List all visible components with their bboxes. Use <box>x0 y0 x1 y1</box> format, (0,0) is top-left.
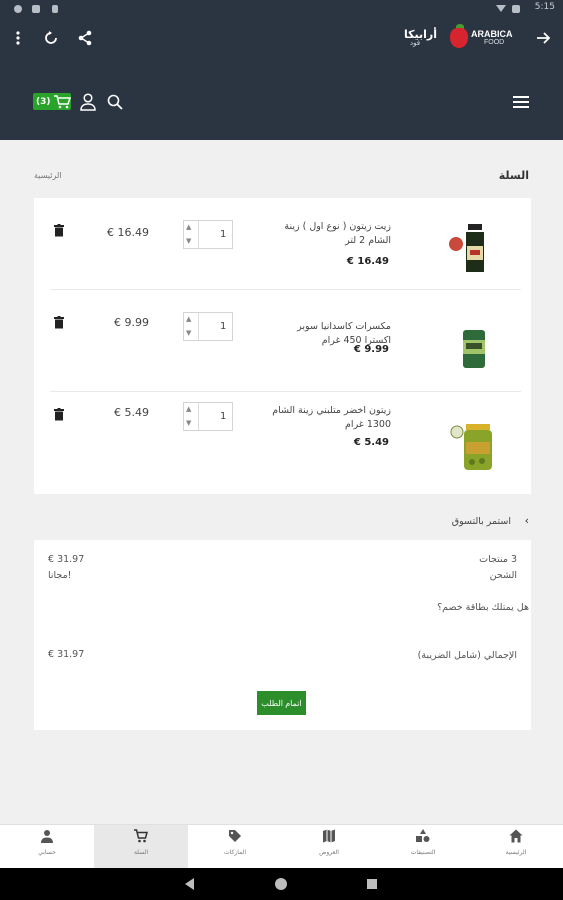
coupon-link[interactable]: هل يمتلك بطاقة خصم؟ <box>437 602 529 613</box>
refresh-icon <box>45 31 57 44</box>
more-menu-button[interactable] <box>6 26 30 50</box>
increment-button[interactable]: ▲ <box>186 405 191 413</box>
product-image[interactable] <box>446 318 496 376</box>
shipping-value: مجانا! <box>48 570 72 581</box>
decrement-button[interactable]: ▼ <box>186 419 191 427</box>
decrement-button[interactable]: ▼ <box>186 329 191 337</box>
cart-item-row: زيتون اخضر متلبني زينة الشام 1300 غرام €… <box>34 396 531 488</box>
notification-icon <box>32 5 40 13</box>
nav-offers[interactable]: العروض <box>282 825 376 868</box>
checkout-button[interactable]: اتمام الطلب <box>257 691 306 715</box>
cart-count: (3) <box>36 96 51 107</box>
nav-account[interactable]: حسابي <box>0 825 94 868</box>
app-bar: أرابيكا فود ARABICA FOOD <box>0 18 563 58</box>
increment-button[interactable]: ▲ <box>186 223 191 231</box>
map-icon <box>323 829 335 843</box>
product-image[interactable] <box>446 218 496 276</box>
header-cart-button[interactable]: (3) <box>33 93 71 110</box>
hamburger-icon <box>513 96 529 108</box>
hamburger-menu-button[interactable] <box>511 92 531 112</box>
brand-logo[interactable]: أرابيكا فود ARABICA FOOD <box>404 24 516 52</box>
products-subtotal: € 31.97 <box>48 554 85 565</box>
cart-item-row: مكسرات كاسدانيا سوبر اكسترا 450 غرام € 9… <box>34 298 531 392</box>
nav-label: السلة <box>133 849 149 856</box>
logo-arabic-text: أرابيكا <box>404 28 438 41</box>
delete-item-icon[interactable] <box>54 408 64 421</box>
chevron-left-icon: ‹ <box>524 514 529 527</box>
nav-cart[interactable]: السلة <box>94 825 188 868</box>
battery-icon <box>512 5 520 13</box>
quantity-input[interactable]: 1 <box>220 411 226 422</box>
product-unit-price: € 9.99 <box>353 344 389 355</box>
person-icon <box>41 830 53 843</box>
line-total: € 9.99 <box>114 316 149 329</box>
nav-label: الماركات <box>223 849 247 856</box>
nav-label: العروض <box>319 849 339 856</box>
status-time: 5:15 <box>534 2 555 12</box>
quantity-stepper[interactable]: ▲ ▼ 1 <box>183 220 233 249</box>
tag-icon <box>229 830 241 842</box>
location-icon <box>14 5 22 13</box>
decrement-button[interactable]: ▼ <box>186 237 191 245</box>
product-name[interactable]: زيت زيتون ( نوع اول ) زينة الشام 2 لتر <box>269 220 391 248</box>
system-recents-icon[interactable] <box>367 879 377 889</box>
share-button[interactable] <box>73 26 97 50</box>
bottom-navigation: حسابي السلة الماركات العروض التصنيفات ال… <box>0 824 563 868</box>
system-back-icon[interactable] <box>185 878 195 890</box>
logo-english-subtext: FOOD <box>484 39 505 46</box>
order-summary: 3 منتجات € 31.97 الشحن مجانا! هل يمتلك ب… <box>34 540 531 730</box>
quantity-stepper[interactable]: ▲ ▼ 1 <box>183 312 233 341</box>
quantity-input[interactable]: 1 <box>220 321 226 332</box>
site-header: (3) <box>0 58 563 140</box>
system-home-icon[interactable] <box>274 877 288 891</box>
nav-label: الرئيسية <box>505 849 527 856</box>
total-value: € 31.97 <box>48 649 85 660</box>
product-image[interactable] <box>446 416 496 474</box>
refresh-button[interactable] <box>39 26 63 50</box>
sim-icon <box>52 5 58 13</box>
line-total: € 5.49 <box>114 406 149 419</box>
shipping-label: الشحن <box>489 570 517 581</box>
increment-button[interactable]: ▲ <box>186 315 191 323</box>
cart-icon <box>134 829 148 843</box>
nav-home[interactable]: الرئيسية <box>469 825 563 868</box>
wifi-icon <box>496 5 506 12</box>
cart-item-row: زيت زيتون ( نوع اول ) زينة الشام 2 لتر €… <box>34 198 531 290</box>
product-unit-price: € 5.49 <box>353 437 389 448</box>
nav-categories[interactable]: التصنيفات <box>376 825 470 868</box>
status-bar: 5:15 <box>0 0 563 18</box>
arrow-right-icon <box>537 32 551 44</box>
product-name[interactable]: زيتون اخضر متلبني زينة الشام 1300 غرام <box>269 404 391 432</box>
product-unit-price: € 16.49 <box>346 256 389 267</box>
continue-shopping-link[interactable]: استمر بالتسوق <box>452 516 511 527</box>
home-icon <box>509 829 523 843</box>
cart-icon <box>53 94 71 108</box>
products-count-label: 3 منتجات <box>479 554 517 565</box>
breadcrumb-home[interactable]: الرئيسية <box>34 171 62 180</box>
logo-english-text: ARABICA <box>471 29 513 39</box>
share-icon <box>78 30 92 46</box>
main-content: السلة الرئيسية زيت زيتون ( نوع اول ) زين… <box>0 140 563 824</box>
nav-brands[interactable]: الماركات <box>188 825 282 868</box>
line-total: € 16.49 <box>107 226 149 239</box>
quantity-input[interactable]: 1 <box>220 229 226 240</box>
user-icon <box>80 93 96 111</box>
more-vertical-icon <box>16 31 20 45</box>
cart-items-list: زيت زيتون ( نوع اول ) زينة الشام 2 لتر €… <box>34 198 531 494</box>
system-navigation-bar <box>0 868 563 900</box>
delete-item-icon[interactable] <box>54 316 64 329</box>
account-button[interactable] <box>78 92 98 112</box>
search-icon <box>107 94 123 110</box>
nav-label: التصنيفات <box>410 849 436 856</box>
total-label: الإجمالي (شامل الضريبة) <box>417 650 517 661</box>
search-button[interactable] <box>105 92 125 112</box>
categories-icon <box>416 829 430 842</box>
page-title: السلة <box>498 169 529 182</box>
logo-arabic-subtext: فود <box>410 39 421 47</box>
nav-label: حسابي <box>38 849 56 856</box>
logo-berry-icon <box>450 28 468 48</box>
delete-item-icon[interactable] <box>54 224 64 237</box>
quantity-stepper[interactable]: ▲ ▼ 1 <box>183 402 233 431</box>
back-button[interactable] <box>531 26 555 50</box>
